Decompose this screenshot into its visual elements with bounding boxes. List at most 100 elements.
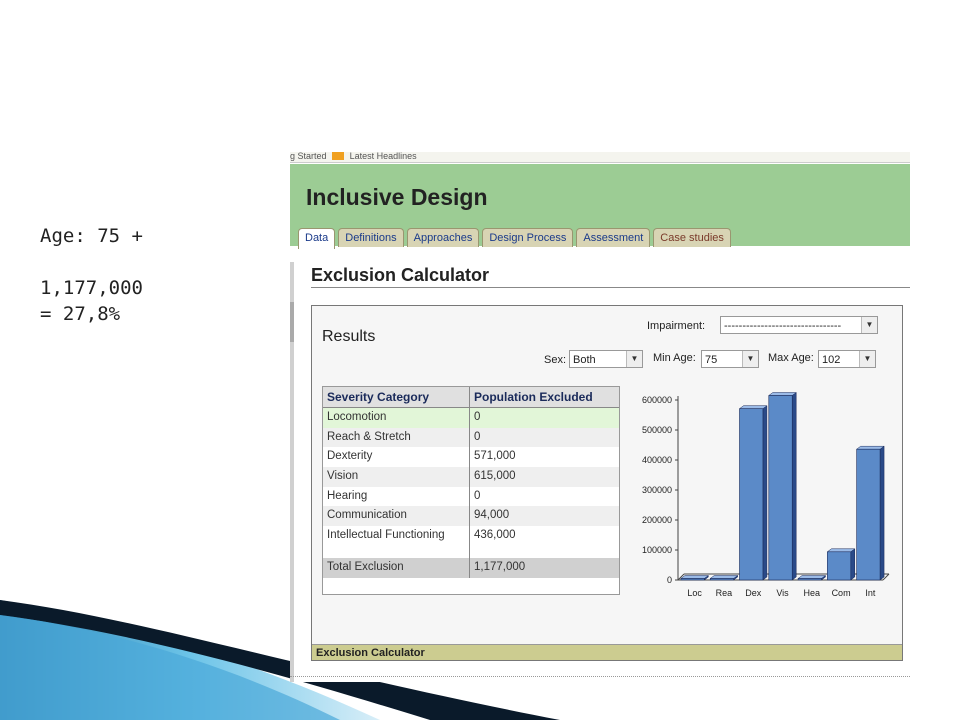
tab-definitions[interactable]: Definitions — [338, 228, 404, 247]
row-category: Dexterity — [323, 447, 470, 468]
min-age-select[interactable]: 75 ▼ — [701, 350, 759, 368]
bar-side — [791, 392, 797, 581]
tab-design-process[interactable]: Design Process — [482, 228, 574, 247]
panel-footer: Exclusion Calculator — [312, 644, 902, 660]
bar-top — [680, 575, 710, 579]
results-table: Severity Category Population Excluded Lo… — [322, 386, 620, 595]
chevron-down-icon: ▼ — [859, 351, 875, 367]
bar-top — [797, 575, 827, 579]
bookmark-latest-headlines[interactable]: Latest Headlines — [350, 152, 417, 161]
row-value: 0 — [474, 430, 481, 443]
exclusion-bar-chart: 600000 500000 400000 300000 200000 100000 0 Loc… — [642, 392, 890, 598]
age-note: Age: 75 + — [40, 225, 143, 247]
y-tick-label: 300000 — [642, 485, 672, 495]
row-value: 615,000 — [474, 470, 516, 483]
x-tick-label: Vis — [776, 588, 789, 598]
max-age-select[interactable]: 102 ▼ — [818, 350, 876, 368]
bar-top — [855, 445, 885, 450]
bookmark-getting-started[interactable]: g Started — [290, 152, 327, 161]
row-category: Communication — [323, 506, 470, 527]
x-tick-label: Loc — [687, 588, 702, 598]
results-panel: Results Impairment: --------------------… — [311, 305, 903, 661]
bar-top — [709, 575, 739, 579]
column-header-population[interactable]: Population Excluded — [470, 387, 619, 407]
chevron-down-icon: ▼ — [742, 351, 758, 367]
y-tick-label: 500000 — [642, 425, 672, 435]
row-category: Vision — [323, 467, 470, 487]
table-total-row[interactable]: Total Exclusion 1,177,000 — [323, 557, 619, 578]
table-row[interactable]: Reach & Stretch 0 — [323, 427, 619, 448]
table-header: Severity Category Population Excluded — [323, 387, 619, 408]
bar-side — [879, 445, 885, 581]
x-tick-label: Dex — [745, 588, 762, 598]
y-tick-label: 0 — [667, 575, 672, 585]
rss-icon — [332, 152, 345, 160]
bottom-divider — [290, 676, 910, 677]
bar-side — [762, 405, 768, 581]
row-value: 0 — [474, 411, 481, 423]
tab-case-studies[interactable]: Case studies — [653, 228, 731, 247]
table-row[interactable]: Communication 94,000 — [323, 506, 619, 527]
bar-top — [826, 548, 856, 553]
chevron-down-icon: ▼ — [626, 351, 642, 367]
table-row[interactable]: Hearing 0 — [323, 486, 619, 507]
row-value: 436,000 — [474, 529, 516, 542]
table-spacer — [323, 545, 619, 558]
x-tick-label: Rea — [716, 588, 733, 598]
row-value: 94,000 — [474, 509, 510, 522]
nav-tabs: Data Definitions Approaches Design Proce… — [298, 228, 731, 249]
x-tick-label: Hea — [804, 588, 821, 598]
bar — [827, 551, 852, 581]
column-header-category[interactable]: Severity Category — [323, 387, 470, 407]
row-category: Reach & Stretch — [323, 427, 470, 448]
tab-approaches[interactable]: Approaches — [406, 228, 480, 247]
page-title: Exclusion Calculator — [311, 265, 490, 285]
impairment-label: Impairment: — [647, 320, 706, 332]
bar — [680, 578, 705, 581]
impairment-value: -------------------------------- — [724, 320, 842, 332]
table-row[interactable]: Dexterity 571,000 — [323, 447, 619, 468]
row-category: Intellectual Functioning — [323, 526, 470, 546]
slide-notes: Age: 75 + 1,177,000 = 27,8% — [40, 223, 143, 327]
tab-data[interactable]: Data — [298, 228, 336, 249]
bar-side — [850, 548, 856, 581]
y-tick-label: 200000 — [642, 515, 672, 525]
site-title: Inclusive Design — [306, 184, 488, 210]
bar-top — [738, 405, 768, 409]
chevron-down-icon: ▼ — [861, 317, 877, 333]
bar — [797, 578, 822, 581]
table-row[interactable]: Intellectual Functioning 436,000 — [323, 526, 619, 546]
total-note: 1,177,000 — [40, 277, 143, 299]
tab-assessment[interactable]: Assessment — [576, 228, 651, 247]
bookmarks-bar: g Started Latest Headlines — [290, 152, 910, 163]
row-value: 571,000 — [474, 450, 516, 463]
site-header: Inclusive Design Data Definitions Approa… — [290, 164, 910, 249]
sex-value: Both — [573, 354, 596, 366]
bar — [856, 448, 881, 581]
left-scroll-edge — [290, 262, 294, 682]
row-value: 0 — [474, 489, 481, 502]
max-age-label: Max Age: — [768, 352, 814, 364]
y-tick-label: 400000 — [642, 455, 672, 465]
x-tick-label: Com — [832, 588, 851, 598]
percent-note: = 27,8% — [40, 303, 121, 325]
app-screenshot: g Started Latest Headlines Inclusive Des… — [290, 152, 910, 682]
bar — [768, 395, 793, 581]
impairment-select[interactable]: -------------------------------- ▼ — [720, 316, 878, 334]
title-divider — [311, 287, 910, 288]
table-row[interactable]: Vision 615,000 — [323, 467, 619, 487]
bar — [709, 578, 734, 581]
row-category: Hearing — [323, 486, 470, 507]
y-tick-label: 100000 — [642, 545, 672, 555]
total-value: 1,177,000 — [474, 560, 526, 573]
min-age-value: 75 — [705, 354, 718, 366]
total-label: Total Exclusion — [323, 557, 470, 578]
min-age-label: Min Age: — [653, 352, 696, 364]
y-tick-label: 600000 — [642, 395, 672, 405]
bar-top — [768, 392, 797, 396]
row-category: Locomotion — [323, 408, 470, 428]
table-row[interactable]: Locomotion 0 — [323, 408, 619, 428]
sex-select[interactable]: Both ▼ — [569, 350, 643, 368]
x-tick-label: Int — [865, 588, 876, 598]
sex-label: Sex: — [544, 354, 567, 366]
